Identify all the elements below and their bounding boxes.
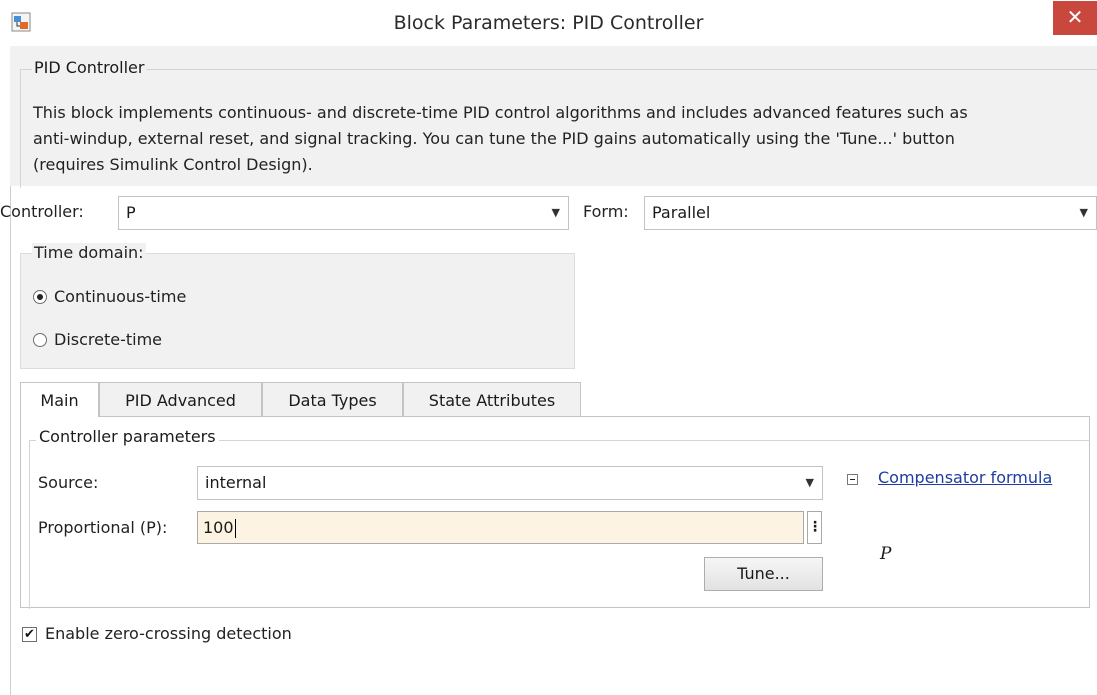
proportional-input[interactable]: 100 — [197, 511, 804, 544]
collapse-icon[interactable] — [847, 474, 858, 485]
continuous-time-radio[interactable] — [33, 290, 47, 304]
description-line: (requires Simulink Control Design). — [33, 155, 313, 174]
description-text: This block implements continuous- and di… — [33, 100, 1093, 178]
form-label: Form: — [583, 202, 629, 221]
discrete-time-radio[interactable] — [33, 333, 47, 347]
proportional-label: Proportional (P): — [38, 518, 168, 537]
close-icon: ✕ — [1066, 5, 1084, 29]
chevron-down-icon: ▼ — [1079, 206, 1088, 219]
source-dropdown[interactable]: internal ▼ — [197, 466, 823, 500]
more-options-icon[interactable]: ⋮ — [807, 511, 822, 544]
chevron-down-icon: ▼ — [551, 206, 560, 219]
tab-pid-advanced[interactable]: PID Advanced — [99, 382, 262, 417]
source-label: Source: — [38, 473, 99, 492]
form-value: Parallel — [652, 203, 711, 222]
compensator-formula-link[interactable]: Compensator formula — [878, 468, 1052, 487]
controller-parameters-legend: Controller parameters — [36, 427, 219, 446]
time-domain-legend: Time domain: — [32, 243, 146, 262]
description-line: anti-windup, external reset, and signal … — [33, 129, 955, 148]
dialog-left-border — [10, 186, 11, 695]
active-tab-joint — [21, 415, 98, 418]
tab-main[interactable]: Main — [20, 382, 99, 419]
text-caret — [234, 519, 236, 538]
source-value: internal — [205, 473, 267, 492]
form-dropdown[interactable]: Parallel ▼ — [644, 196, 1097, 230]
radio-selected-dot — [37, 294, 43, 300]
description-legend: PID Controller — [32, 58, 147, 77]
compensator-formula: P — [880, 544, 892, 564]
time-domain-group — [20, 253, 575, 369]
description-line: This block implements continuous- and di… — [33, 103, 968, 122]
tab-data-types[interactable]: Data Types — [262, 382, 403, 417]
controller-dropdown[interactable]: P ▼ — [118, 196, 569, 230]
continuous-time-label[interactable]: Continuous-time — [54, 287, 186, 306]
controller-value: P — [126, 203, 136, 222]
tune-button[interactable]: Tune... — [704, 557, 823, 591]
tab-state-attributes[interactable]: State Attributes — [403, 382, 581, 417]
chevron-down-icon: ▼ — [805, 476, 814, 489]
proportional-value: 100 — [203, 518, 234, 537]
controller-label: Controller: — [0, 202, 84, 221]
zero-crossing-checkbox[interactable]: ✔ — [22, 627, 37, 642]
discrete-time-label[interactable]: Discrete-time — [54, 330, 162, 349]
zero-crossing-label[interactable]: Enable zero-crossing detection — [45, 624, 292, 643]
window-title: Block Parameters: PID Controller — [393, 12, 704, 34]
close-button[interactable]: ✕ — [1053, 1, 1097, 35]
